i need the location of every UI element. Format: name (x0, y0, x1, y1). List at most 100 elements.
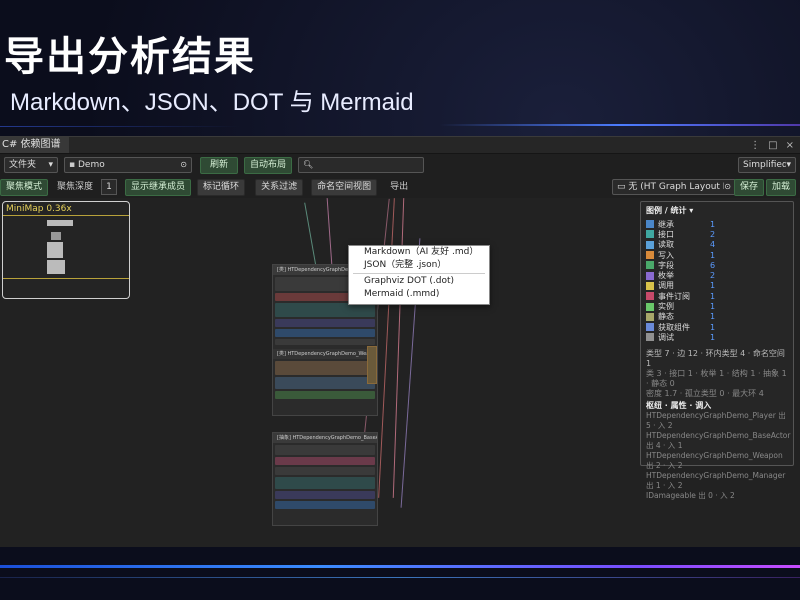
ranking-item[interactable]: HTDependencyGraphDemo_Weapon 出 2 · 入 2 (641, 451, 793, 471)
graph-node[interactable]: [抽象] HTDependencyGraphDemo_BaseActor (272, 432, 378, 526)
legend-list: 继承 1 接口 2 读取 4 写入 1 字段 6 枚举 2 调用 1 事件订阅 1 实例 1 静态 1 获取组件 1 调试 1 (641, 219, 793, 343)
decorative-line (440, 124, 800, 126)
namespace-view-button[interactable]: 命名空间视图 (311, 178, 378, 196)
export-dot-item[interactable]: Graphviz DOT (.dot) (349, 275, 489, 288)
window-controls: ⋮ □ × (750, 140, 800, 151)
legend-swatch (646, 323, 654, 332)
export-mermaid-item[interactable]: Mermaid (.mmd) (349, 288, 489, 301)
close-icon[interactable]: × (786, 140, 794, 151)
legend-label: 调试 (658, 332, 674, 342)
legend-count: 6 (710, 260, 716, 270)
legend-item[interactable]: 调试 1 (641, 332, 793, 342)
mode-dropdown[interactable]: Simplified C ▾ (738, 157, 796, 173)
search-input[interactable]: 🔍︎ (298, 157, 425, 173)
legend-item[interactable]: 枚举 2 (641, 270, 793, 280)
node-slot (275, 329, 375, 337)
stats-types: 类 3 · 接口 1 · 枚举 1 · 结构 1 · 抽象 1 · 静态 0 (646, 368, 787, 388)
node-slot (275, 361, 375, 375)
legend-title[interactable]: 图例 / 统计 ▾ (641, 202, 793, 219)
node-slot (275, 391, 375, 399)
show-inherited-toggle[interactable]: 显示继承成员 (125, 178, 192, 196)
cluster-mode-toggle[interactable]: 聚焦模式 (0, 178, 49, 196)
decorative-line (0, 577, 800, 578)
minimap-node (51, 232, 61, 240)
legend-swatch (646, 261, 654, 270)
window-tab-bar: C# 依赖图谱 ⋮ □ × (0, 137, 800, 154)
minimap-node (47, 220, 73, 226)
search-icon: 🔍︎ (303, 160, 314, 169)
legend-item[interactable]: 调用 1 (641, 281, 793, 291)
node-port (367, 346, 377, 384)
legend-swatch (646, 220, 654, 229)
load-button[interactable]: 加载 (766, 178, 797, 196)
legend-item[interactable]: 实例 1 (641, 301, 793, 311)
window-tab[interactable]: C# 依赖图谱 (0, 137, 69, 153)
node-title: [类] HTDependencyGraphDemo_Weapon (273, 349, 377, 359)
mark-cycles-button[interactable]: 标记循环 (197, 178, 246, 196)
preset-field[interactable]: ▭ 无 (HT Graph Layout Pre ⊙ (612, 179, 736, 195)
legend-count: 1 (710, 281, 716, 291)
node-slot (275, 303, 375, 317)
legend-item[interactable]: 写入 1 (641, 250, 793, 260)
folder-dropdown[interactable]: 文件夹 ▾ (4, 157, 58, 173)
path-field[interactable]: ▪ Demo ⊙ (64, 157, 192, 173)
export-button[interactable]: 导出 (385, 180, 413, 195)
folder-dropdown-value: 文件夹 (9, 160, 37, 170)
legend-count: 1 (710, 322, 716, 332)
preset-value: 无 (HT Graph Layout Pre (628, 182, 724, 192)
relation-filter-button[interactable]: 关系过滤 (255, 178, 304, 196)
graph-canvas[interactable]: MiniMap 0.36x [类] HTDependencyGraphDemo_… (0, 198, 800, 547)
save-button[interactable]: 保存 (734, 178, 765, 196)
legend-swatch (646, 333, 654, 342)
mode-dropdown-value: Simplified C (743, 160, 787, 170)
dropdown-arrow-icon: ▾ (786, 160, 791, 170)
node-slot (275, 339, 375, 345)
file-icon: ▭ (617, 182, 626, 192)
legend-swatch (646, 271, 654, 280)
more-icon[interactable]: ⋮ (750, 140, 760, 151)
legend-item[interactable]: 事件订阅 1 (641, 291, 793, 301)
ranking-title: 枢纽 · 属性 · 调入 (646, 400, 712, 410)
node-slot (275, 467, 375, 475)
legend-swatch (646, 281, 654, 290)
legend-item[interactable]: 字段 6 (641, 260, 793, 270)
node-slot (275, 477, 375, 489)
minimap[interactable]: MiniMap 0.36x (2, 201, 130, 299)
legend-swatch (646, 302, 654, 311)
refresh-button[interactable]: 刷新 (200, 156, 238, 174)
legend-count: 1 (710, 332, 716, 342)
toolbar-secondary: 聚焦模式 聚焦深度 1 显示继承成员 标记循环 关系过滤 命名空间视图 导出 ▭… (0, 177, 800, 197)
node-slot (275, 319, 375, 327)
ranking-list: HTDependencyGraphDemo_Player 出 5 · 入 2 HT… (641, 411, 793, 501)
toolbar-primary: 文件夹 ▾ ▪ Demo ⊙ 刷新 自动布局 🔍︎ Simplified C ▾ (0, 154, 800, 176)
legend-count: 1 (710, 219, 716, 229)
legend-item[interactable]: 接口 2 (641, 229, 793, 239)
ranking-item[interactable]: HTDependencyGraphDemo_Player 出 5 · 入 2 (641, 411, 793, 431)
ranking-item[interactable]: HTDependencyGraphDemo_BaseActor 出 4 · 入 … (641, 431, 793, 451)
legend-item[interactable]: 继承 1 (641, 219, 793, 229)
legend-count: 1 (710, 291, 716, 301)
legend-count: 4 (710, 240, 716, 250)
legend-count: 1 (710, 312, 716, 322)
legend-swatch (646, 251, 654, 260)
cluster-depth-input[interactable]: 1 (101, 179, 118, 195)
legend-panel: 图例 / 统计 ▾ 继承 1 接口 2 读取 4 写入 1 字段 6 枚举 2 调用 1 事件订阅 1 实例 1 静… (640, 201, 794, 500)
stats-density: 密度 1.7 · 孤立类型 0 · 最大环 4 (646, 388, 764, 398)
target-icon[interactable]: ⊙ (180, 158, 187, 172)
export-markdown-item[interactable]: Markdown（AI 友好 .md） (349, 246, 489, 259)
legend-item[interactable]: 获取组件 1 (641, 322, 793, 332)
auto-layout-button[interactable]: 自动布局 (244, 156, 293, 174)
ranking-item[interactable]: IDamageable 出 0 · 入 2 (641, 491, 793, 501)
legend-count: 1 (710, 250, 716, 260)
ranking-item[interactable]: HTDependencyGraphDemo_Manager 出 1 · 入 2 (641, 471, 793, 491)
legend-item[interactable]: 读取 4 (641, 240, 793, 250)
minimap-node (47, 260, 65, 274)
decorative-line (0, 126, 240, 127)
export-json-item[interactable]: JSON（完整 .json） (349, 259, 489, 272)
minimap-label: MiniMap 0.36x (6, 204, 72, 214)
legend-swatch (646, 292, 654, 301)
target-icon[interactable]: ⊙ (724, 180, 731, 194)
cluster-depth-label: 聚焦深度 (57, 181, 94, 192)
maximize-icon[interactable]: □ (768, 140, 777, 151)
legend-item[interactable]: 静态 1 (641, 312, 793, 322)
